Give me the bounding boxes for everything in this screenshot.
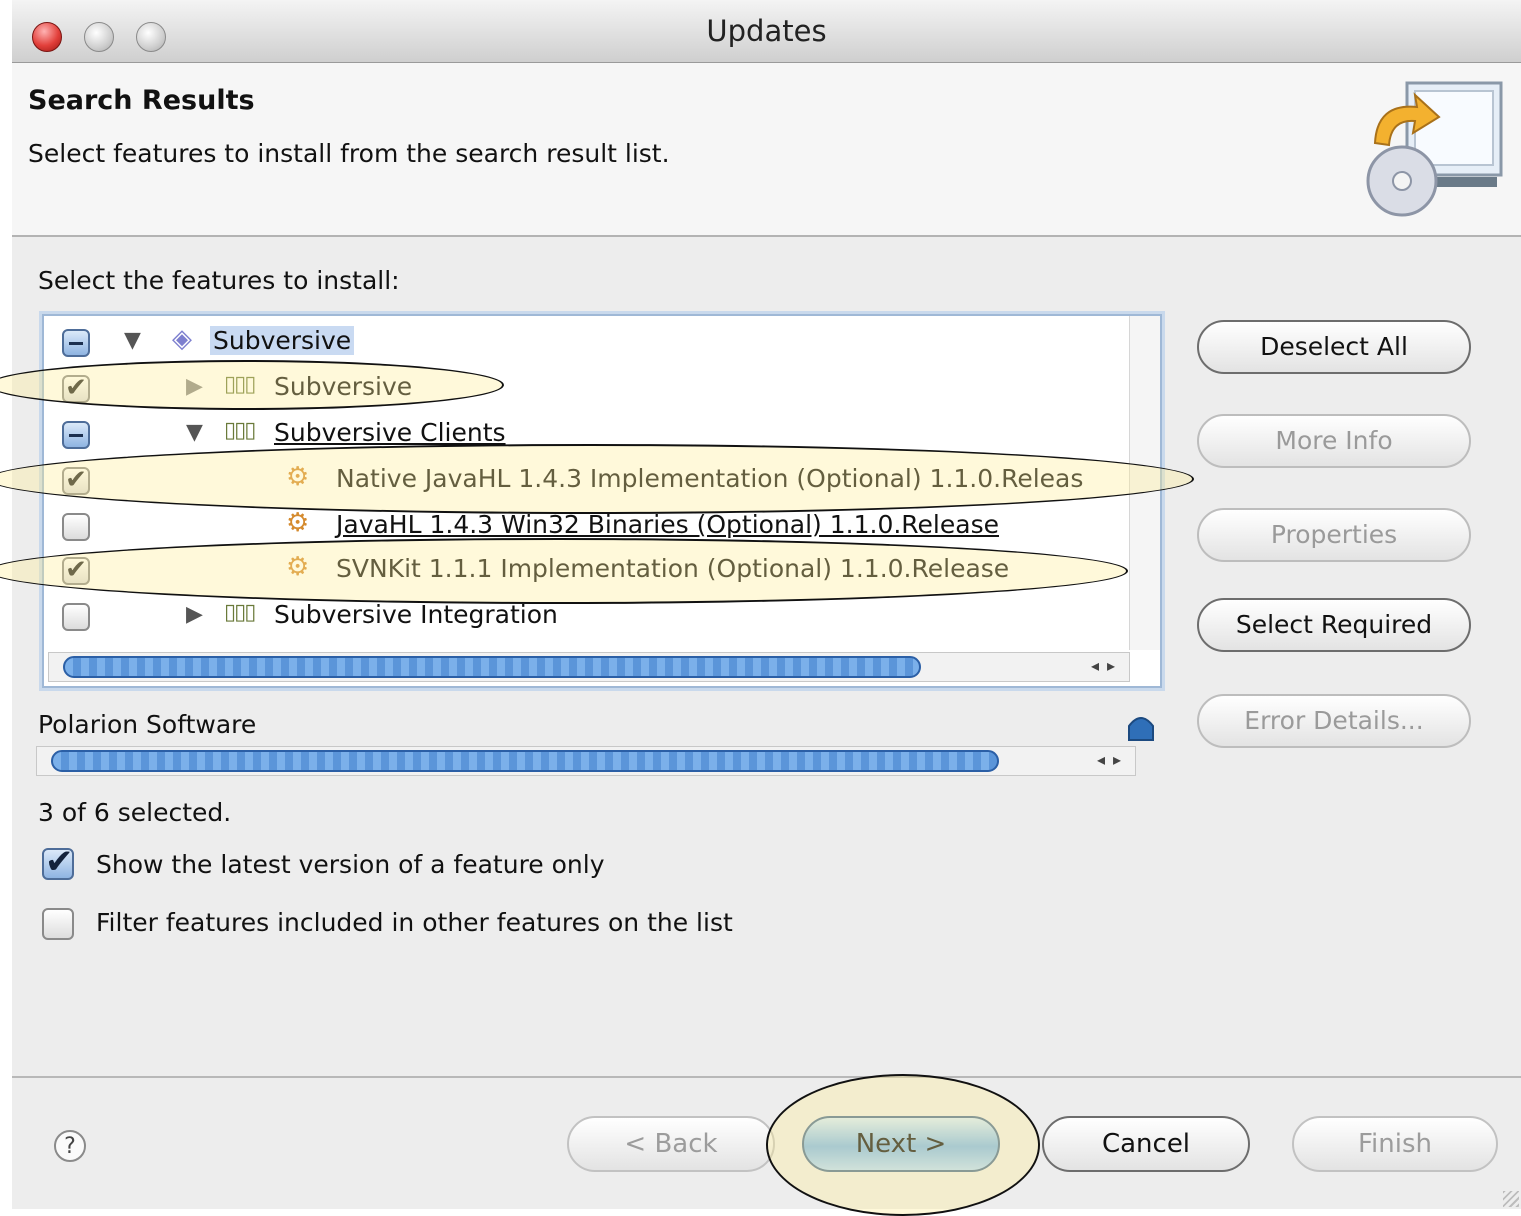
tree-row[interactable]: ▼ ◈ Subversive (44, 320, 1134, 364)
collapsed-triangle-icon[interactable]: ▶ (186, 374, 203, 399)
plugin-icon: ◈ (172, 324, 192, 354)
component-icon: ⚙ (286, 462, 310, 492)
page-description: Select features to install from the sear… (28, 139, 670, 168)
features-tree[interactable]: ▼ ◈ Subversive ✔ ▶ ▯▯▯ Subversive ▼ ▯▯▯ … (42, 314, 1162, 688)
tree-checkbox[interactable]: ✔ (62, 557, 90, 585)
finish-button[interactable]: Finish (1292, 1116, 1498, 1172)
resize-grip-icon[interactable] (1503, 1191, 1519, 1207)
expanded-triangle-icon[interactable]: ▼ (186, 420, 203, 445)
tree-row-label: Subversive Clients (274, 418, 506, 447)
expanded-triangle-icon[interactable]: ▼ (124, 328, 141, 353)
latest-version-label[interactable]: Show the latest version of a feature onl… (96, 850, 605, 879)
deselect-all-button[interactable]: Deselect All (1197, 320, 1471, 374)
more-info-button[interactable]: More Info (1197, 414, 1471, 468)
tree-row-label: Subversive (210, 326, 355, 355)
help-icon[interactable]: ? (54, 1130, 86, 1162)
tree-checkbox[interactable] (62, 421, 90, 449)
footer-separator (12, 1076, 1521, 1078)
tree-row-label: JavaHL 1.4.3 Win32 Binaries (Optional) 1… (336, 510, 999, 539)
tree-row[interactable]: ✔ ⚙ Native JavaHL 1.4.3 Implementation (… (44, 458, 1134, 502)
update-wizard-icon (1366, 81, 1503, 217)
collapsed-triangle-icon[interactable]: ▶ (186, 602, 203, 627)
component-icon: ⚙ (286, 508, 310, 538)
component-icon: ⚙ (286, 552, 310, 582)
filter-included-checkbox[interactable] (42, 908, 74, 940)
window-title: Updates (706, 14, 827, 48)
tree-row-label: Subversive (274, 372, 413, 401)
tree-row[interactable]: ▶ ▯▯▯ Subversive Integration (44, 594, 1134, 638)
tree-row[interactable]: ▼ ▯▯▯ Subversive Clients (44, 412, 1134, 456)
tree-checkbox[interactable] (62, 513, 90, 541)
tree-row-label: SVNKit 1.1.1 Implementation (Optional) 1… (336, 554, 1010, 583)
back-button[interactable]: < Back (567, 1116, 775, 1172)
next-button[interactable]: Next > (802, 1116, 1000, 1172)
tree-checkbox[interactable] (62, 603, 90, 631)
feature-icon: ▯▯▯ (224, 418, 256, 443)
properties-button[interactable]: Properties (1197, 508, 1471, 562)
scroll-arrows-icon[interactable]: ◂▸ (1097, 750, 1129, 769)
error-details-button[interactable]: Error Details... (1197, 694, 1471, 748)
tree-row[interactable]: ✔ ⚙ SVNKit 1.1.1 Implementation (Optiona… (44, 548, 1134, 592)
scroll-thumb[interactable] (63, 656, 921, 678)
provider-label: Polarion Software (38, 710, 257, 739)
select-required-button[interactable]: Select Required (1197, 598, 1471, 652)
features-section-label: Select the features to install: (38, 266, 400, 295)
scroll-thumb[interactable] (51, 750, 999, 772)
tree-horizontal-scrollbar[interactable]: ◂▸ (48, 652, 1130, 682)
provider-horizontal-scrollbar[interactable]: ◂▸ (36, 746, 1136, 776)
latest-version-checkbox[interactable] (42, 842, 74, 882)
tree-row-label: Native JavaHL 1.4.3 Implementation (Opti… (336, 464, 1084, 493)
provider-icon (1128, 717, 1154, 741)
wizard-header: Search Results Select features to instal… (12, 63, 1521, 237)
tree-checkbox[interactable]: ✔ (62, 375, 90, 403)
feature-icon: ▯▯▯ (224, 600, 256, 625)
tree-row[interactable]: ✔ ▶ ▯▯▯ Subversive (44, 366, 1134, 410)
page-title: Search Results (28, 85, 255, 116)
feature-icon: ▯▯▯ (224, 372, 256, 397)
title-bar: Updates (12, 0, 1521, 63)
tree-checkbox[interactable]: ✔ (62, 467, 90, 495)
updates-dialog: Updates Search Results Select features t… (12, 0, 1521, 1209)
tree-checkbox[interactable] (62, 329, 90, 357)
tree-row-label: Subversive Integration (274, 600, 558, 629)
selection-status: 3 of 6 selected. (38, 798, 232, 827)
tree-row[interactable]: ⚙ JavaHL 1.4.3 Win32 Binaries (Optional)… (44, 504, 1134, 548)
cancel-button[interactable]: Cancel (1042, 1116, 1250, 1172)
scroll-arrows-icon[interactable]: ◂▸ (1091, 656, 1123, 675)
filter-included-label[interactable]: Filter features included in other featur… (96, 908, 733, 937)
